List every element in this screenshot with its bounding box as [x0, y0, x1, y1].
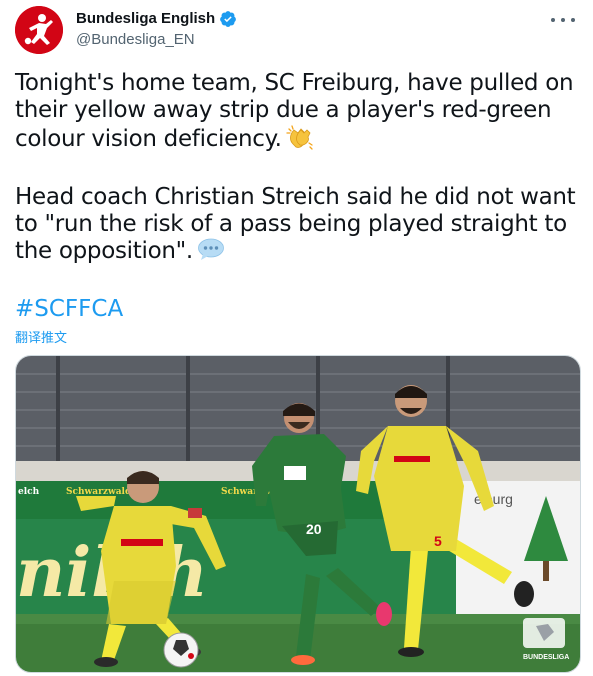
tweet-paragraph-2: Head coach Christian Streich said he did…: [15, 184, 585, 269]
dot: [551, 18, 555, 22]
match-photo: elch Schwarzwald Schwarzwaldmilch nilch …: [16, 356, 580, 672]
more-options-icon[interactable]: [551, 10, 575, 30]
author-handle[interactable]: @Bundesliga_EN: [76, 30, 237, 50]
shirt-number-20: 20: [306, 521, 322, 537]
speech-balloon-icon: [197, 238, 225, 269]
author-avatar[interactable]: [15, 6, 63, 54]
dot: [561, 18, 565, 22]
tweet-card: Bundesliga English @Bundesliga_EN Tonigh…: [0, 0, 593, 676]
watermark-text: BUNDESLIGA: [523, 654, 569, 661]
football: [163, 632, 199, 668]
author-block: Bundesliga English @Bundesliga_EN: [76, 9, 237, 50]
shirt-number-5: 5: [434, 533, 442, 549]
author-name[interactable]: Bundesliga English: [76, 9, 215, 29]
ad-board-text-2: Schwarzwald: [66, 487, 132, 497]
dot: [571, 18, 575, 22]
tweet-photo[interactable]: elch Schwarzwald Schwarzwaldmilch nilch …: [15, 355, 581, 673]
hashtag-link[interactable]: #SCFFCA: [15, 296, 123, 322]
tweet-paragraph-1: Tonight's home team, SC Freiburg, have p…: [15, 70, 585, 157]
verified-badge-icon: [220, 11, 237, 27]
author-name-row: Bundesliga English: [76, 9, 237, 29]
bundesliga-watermark: BUNDESLIGA: [523, 618, 569, 661]
ad-board-text-1: elch: [18, 487, 40, 497]
clapping-hands-icon: [286, 124, 314, 157]
translate-tweet-link[interactable]: 翻译推文: [15, 327, 67, 346]
tweet-paragraph-2-text: Head coach Christian Streich said he did…: [15, 184, 576, 264]
tweet-text: Tonight's home team, SC Freiburg, have p…: [15, 70, 585, 269]
bundesliga-logo-icon: [15, 6, 63, 54]
